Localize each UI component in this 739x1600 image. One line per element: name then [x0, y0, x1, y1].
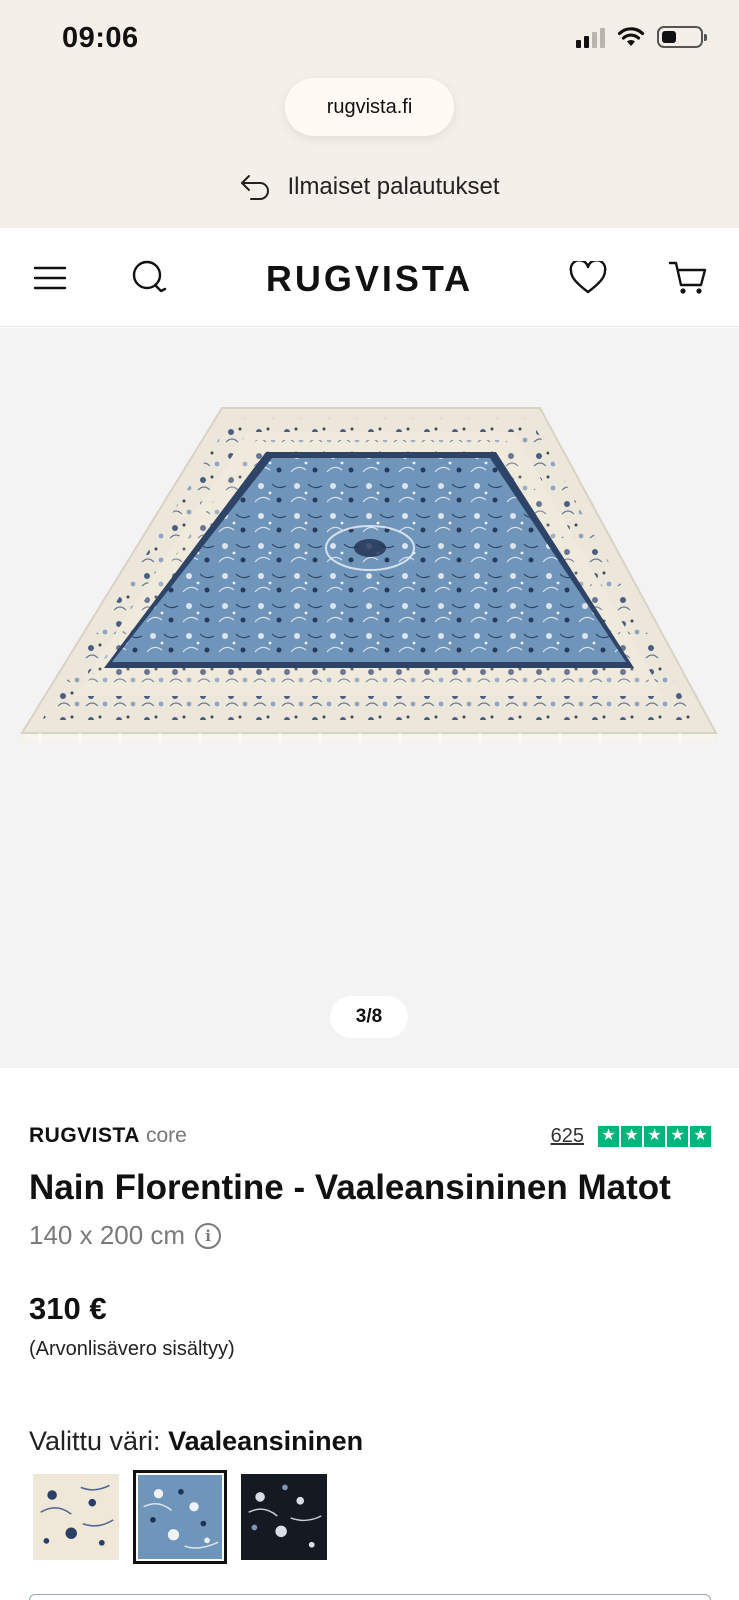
site-header: RUGVISTA	[0, 228, 739, 327]
swatch-black[interactable]	[237, 1470, 331, 1564]
brand-rating-row: RUGVISTA core 625 ★ ★ ★ ★ ★	[29, 1124, 711, 1148]
brand-name: RUGVISTA core	[29, 1124, 187, 1148]
vat-note: (Arvonlisävero sisältyy)	[29, 1338, 235, 1360]
return-arrow-icon	[241, 175, 270, 200]
product-size-row: 140 x 200 cm i	[29, 1220, 222, 1251]
wifi-icon	[617, 27, 645, 46]
site-logo[interactable]: RUGVISTA	[0, 258, 739, 300]
search-icon[interactable]	[130, 258, 170, 298]
brand-label: RUGVISTA	[29, 1124, 140, 1147]
info-icon[interactable]: i	[195, 1222, 222, 1249]
battery-icon	[657, 26, 707, 48]
star-icon: ★	[667, 1125, 688, 1147]
hamburger-menu-icon[interactable]	[30, 258, 70, 298]
image-counter: 3/8	[330, 996, 408, 1038]
trustpilot-rating[interactable]: 625 ★ ★ ★ ★ ★	[551, 1125, 711, 1148]
star-icon: ★	[598, 1125, 619, 1147]
color-swatches	[29, 1470, 331, 1564]
free-returns-text: Ilmaiset palautukset	[287, 173, 500, 200]
next-section-edge	[29, 1594, 711, 1600]
selected-color-row: Valittu väri: Vaaleansininen	[29, 1426, 363, 1457]
star-icon: ★	[621, 1125, 642, 1147]
star-icon: ★	[644, 1125, 665, 1147]
review-count-link[interactable]: 625	[551, 1125, 584, 1148]
status-icons	[576, 26, 707, 48]
heart-icon[interactable]	[568, 258, 608, 298]
url-text: rugvista.fi	[326, 95, 413, 118]
color-label: Valittu väri:	[29, 1426, 161, 1456]
star-icon: ★	[690, 1125, 711, 1147]
signal-icon	[576, 26, 605, 48]
product-size: 140 x 200 cm	[29, 1220, 186, 1250]
product-image	[20, 407, 718, 744]
cart-icon[interactable]	[668, 258, 708, 298]
product-image-gallery[interactable]: 3/8	[0, 328, 739, 1068]
url-bar[interactable]: rugvista.fi	[285, 78, 454, 136]
color-value: Vaaleansininen	[168, 1426, 364, 1456]
star-rating: ★ ★ ★ ★ ★	[598, 1125, 711, 1147]
swatch-cream[interactable]	[29, 1470, 123, 1564]
product-price: 310 €	[29, 1291, 107, 1326]
status-time: 09:06	[62, 22, 139, 54]
swatch-light-blue[interactable]	[133, 1470, 227, 1564]
product-title: Nain Florentine - Vaaleansininen Matot	[29, 1168, 671, 1207]
free-returns-banner[interactable]: Ilmaiset palautukset	[0, 172, 739, 202]
brand-collection: core	[145, 1124, 187, 1147]
browser-top-area: 09:06 rugvista.fi Ilmaiset palautukset	[0, 0, 739, 228]
